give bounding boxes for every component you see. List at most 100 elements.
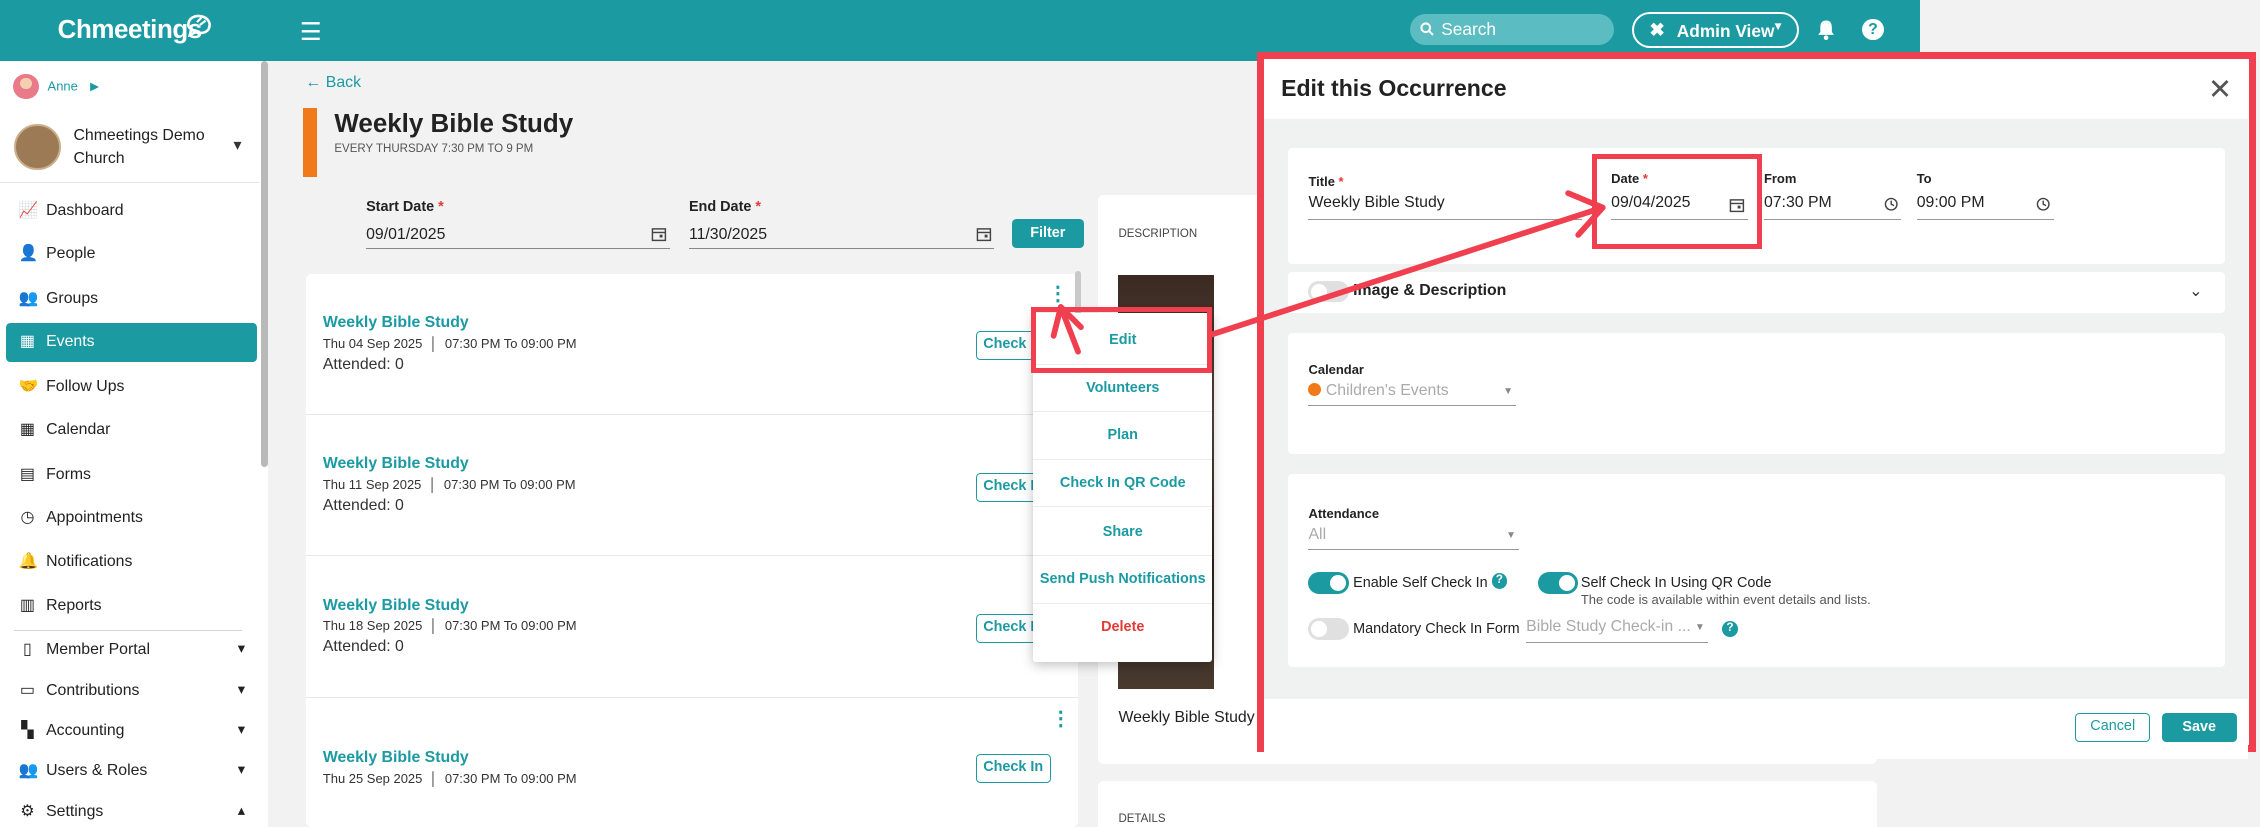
close-icon[interactable]: ✕ [2208, 72, 2232, 107]
edit-highlight-box [1030, 306, 1213, 374]
date-highlight-box [1592, 153, 1763, 250]
sidebar-section-member-portal[interactable]: ▯ Member Portal ▾ [6, 631, 257, 670]
tools-icon: ✖ [1649, 19, 1666, 41]
calendar-icon [976, 228, 991, 242]
list-item[interactable]: ⋮ Weekly Bible Study Thu 25 Sep 2025 │ 0… [306, 698, 1079, 827]
check-in-form-select[interactable]: Bible Study Check-in ... ▼ [1526, 618, 1708, 643]
accounting-icon: ▚ [21, 722, 34, 740]
sidebar-item-follow-ups[interactable]: 🤝 Follow Ups [6, 368, 257, 407]
chevron-down-icon: ▼ [1772, 20, 1784, 33]
calendar-icon: ▦ [19, 332, 35, 350]
menu-item-share[interactable]: Share [1033, 509, 1213, 557]
sidebar-item-dashboard[interactable]: 📈 Dashboard [6, 192, 257, 231]
qr-check-in-label: Self Check In Using QR Code [1580, 574, 1772, 591]
self-check-in-label: Enable Self Check In [1353, 574, 1488, 591]
cancel-button[interactable]: Cancel [2075, 713, 2151, 743]
filter-button[interactable]: Filter [1011, 219, 1084, 248]
sidebar-item-reports[interactable]: ▥ Reports [6, 587, 257, 626]
save-button[interactable]: Save [2161, 713, 2237, 743]
sidebar-item-notifications[interactable]: 🔔 Notifications [6, 543, 257, 582]
occurrence-datetime: Thu 25 Sep 2025 │ 07:30 PM To 09:00 PM [322, 771, 577, 787]
qr-check-in-toggle[interactable] [1537, 571, 1578, 594]
help-icon[interactable]: ? [1491, 573, 1508, 590]
title-input[interactable]: Weekly Bible Study [1308, 194, 1583, 221]
self-check-in-toggle[interactable] [1308, 571, 1349, 594]
report-icon: ▥ [19, 596, 35, 614]
occurrence-title[interactable]: Weekly Bible Study [323, 455, 469, 473]
search-input[interactable]: Search [1409, 14, 1615, 45]
back-link[interactable]: ← Back [306, 74, 361, 92]
calendar-label: Calendar [1308, 361, 1364, 377]
occurrence-datetime: Thu 11 Sep 2025 │ 07:30 PM To 09:00 PM [322, 477, 576, 493]
mandatory-form-toggle[interactable] [1308, 618, 1349, 640]
check-in-button[interactable]: Check In [975, 753, 1051, 783]
user-name: Anne [47, 77, 78, 93]
sidebar-item-forms[interactable]: ▤ Forms [6, 455, 257, 494]
menu-item-plan[interactable]: Plan [1033, 412, 1213, 460]
list-item[interactable]: Weekly Bible Study Thu 11 Sep 2025 │ 07:… [305, 415, 1079, 557]
from-time-input[interactable]: 07:30 PM [1763, 194, 1901, 221]
chevron-down-icon: ▾ [233, 137, 242, 155]
chevron-down-icon: ▾ [237, 681, 246, 698]
basic-info-section: Title * Weekly Bible Study Date * 09/04/… [1288, 148, 2226, 264]
clock-icon: ◷ [20, 508, 35, 526]
admin-view-button[interactable]: ✖ Admin View ▼ [1631, 11, 1799, 48]
sidebar-item-calendar[interactable]: ▦ Calendar [6, 411, 257, 450]
occurrence-datetime: Thu 04 Sep 2025 │ 07:30 PM To 09:00 PM [322, 335, 577, 351]
church-selector[interactable]: Chmeetings Demo Church ▾ [14, 121, 259, 176]
image-description-section[interactable]: Image & Description ⌄ [1288, 272, 2226, 313]
mandatory-form-label: Mandatory Check In Form [1353, 620, 1520, 637]
attended-count: Attended: 0 [322, 497, 404, 515]
sidebar-section-contributions[interactable]: ▭ Contributions ▾ [6, 672, 257, 711]
logo[interactable]: Chmeetings [58, 14, 212, 45]
gear-icon: ⚙ [20, 802, 35, 820]
occurrence-title[interactable]: Weekly Bible Study [323, 597, 469, 615]
handshake-icon: 🤝 [18, 377, 39, 395]
image-description-label: Image & Description [1353, 282, 1507, 300]
more-options-icon[interactable]: ⋮ [1048, 281, 1068, 306]
to-time-input[interactable]: 09:00 PM [1916, 194, 2054, 221]
to-label: To [1916, 171, 1932, 187]
logo-icon [187, 14, 212, 38]
menu-item-check-in-qr[interactable]: Check In QR Code [1033, 460, 1213, 508]
end-date-input[interactable]: 11/30/2025 [688, 219, 995, 250]
occurrence-title[interactable]: Weekly Bible Study [323, 749, 469, 767]
sidebar-section-accounting[interactable]: ▚ Accounting ▾ [6, 712, 257, 751]
sidebar-item-groups[interactable]: 👥 Groups [6, 280, 257, 319]
attended-count: Attended: 0 [322, 638, 404, 656]
more-options-icon[interactable]: ⋮ [1051, 706, 1071, 731]
dialog-header: Edit this Occurrence ✕ [1263, 58, 2249, 120]
menu-item-delete[interactable]: Delete [1033, 604, 1212, 652]
list-item[interactable]: Weekly Bible Study Thu 04 Sep 2025 │ 07:… [305, 274, 1079, 416]
sidebar: Anne ▶ Chmeetings Demo Church ▾ 📈 Dashboa… [0, 60, 269, 827]
end-date-label: End Date * [688, 198, 761, 215]
start-date-input[interactable]: 09/01/2025 [366, 219, 671, 250]
description-title: Weekly Bible Study [1118, 709, 1255, 727]
attendance-section: Attendance All ▼ Enable Self Check In ? S… [1288, 473, 2226, 668]
search-placeholder: Search [1441, 18, 1497, 39]
church-name: Chmeetings Demo Church [73, 126, 205, 167]
help-icon[interactable]: ? [1722, 620, 1738, 637]
help-icon[interactable]: ? [1862, 18, 1884, 41]
sidebar-scrollbar[interactable] [260, 60, 269, 467]
sidebar-section-users-roles[interactable]: 👥 Users & Roles ▾ [6, 752, 257, 791]
sidebar-item-people[interactable]: 👤 People [6, 235, 257, 274]
menu-toggle-icon[interactable]: ☰ [300, 17, 322, 47]
calendar-select[interactable]: Children's Events ▼ [1308, 382, 1517, 407]
list-item[interactable]: Weekly Bible Study Thu 18 Sep 2025 │ 07:… [305, 556, 1079, 698]
sidebar-item-events[interactable]: ▦ Events [5, 322, 257, 362]
chevron-up-icon: ▴ [237, 802, 246, 819]
chevron-down-icon: ▾ [237, 641, 246, 658]
sidebar-item-appointments[interactable]: ◷ Appointments [6, 499, 257, 538]
chevron-down-icon: ▾ [237, 722, 246, 739]
menu-item-push-notifications[interactable]: Send Push Notifications [1033, 556, 1213, 604]
bell-icon[interactable] [1816, 19, 1836, 47]
sidebar-section-settings[interactable]: ⚙ Settings ▴ [6, 793, 257, 827]
qr-check-in-note: The code is available within event detai… [1580, 592, 1871, 608]
image-description-toggle[interactable] [1308, 280, 1349, 303]
occurrence-title[interactable]: Weekly Bible Study [323, 314, 469, 332]
chevron-down-icon[interactable]: ⌄ [2189, 281, 2202, 301]
page-subtitle: EVERY THURSDAY 7:30 PM TO 9 PM [334, 142, 534, 155]
attendance-select[interactable]: All ▼ [1308, 526, 1519, 551]
user-menu[interactable]: Anne ▶ [12, 73, 99, 100]
